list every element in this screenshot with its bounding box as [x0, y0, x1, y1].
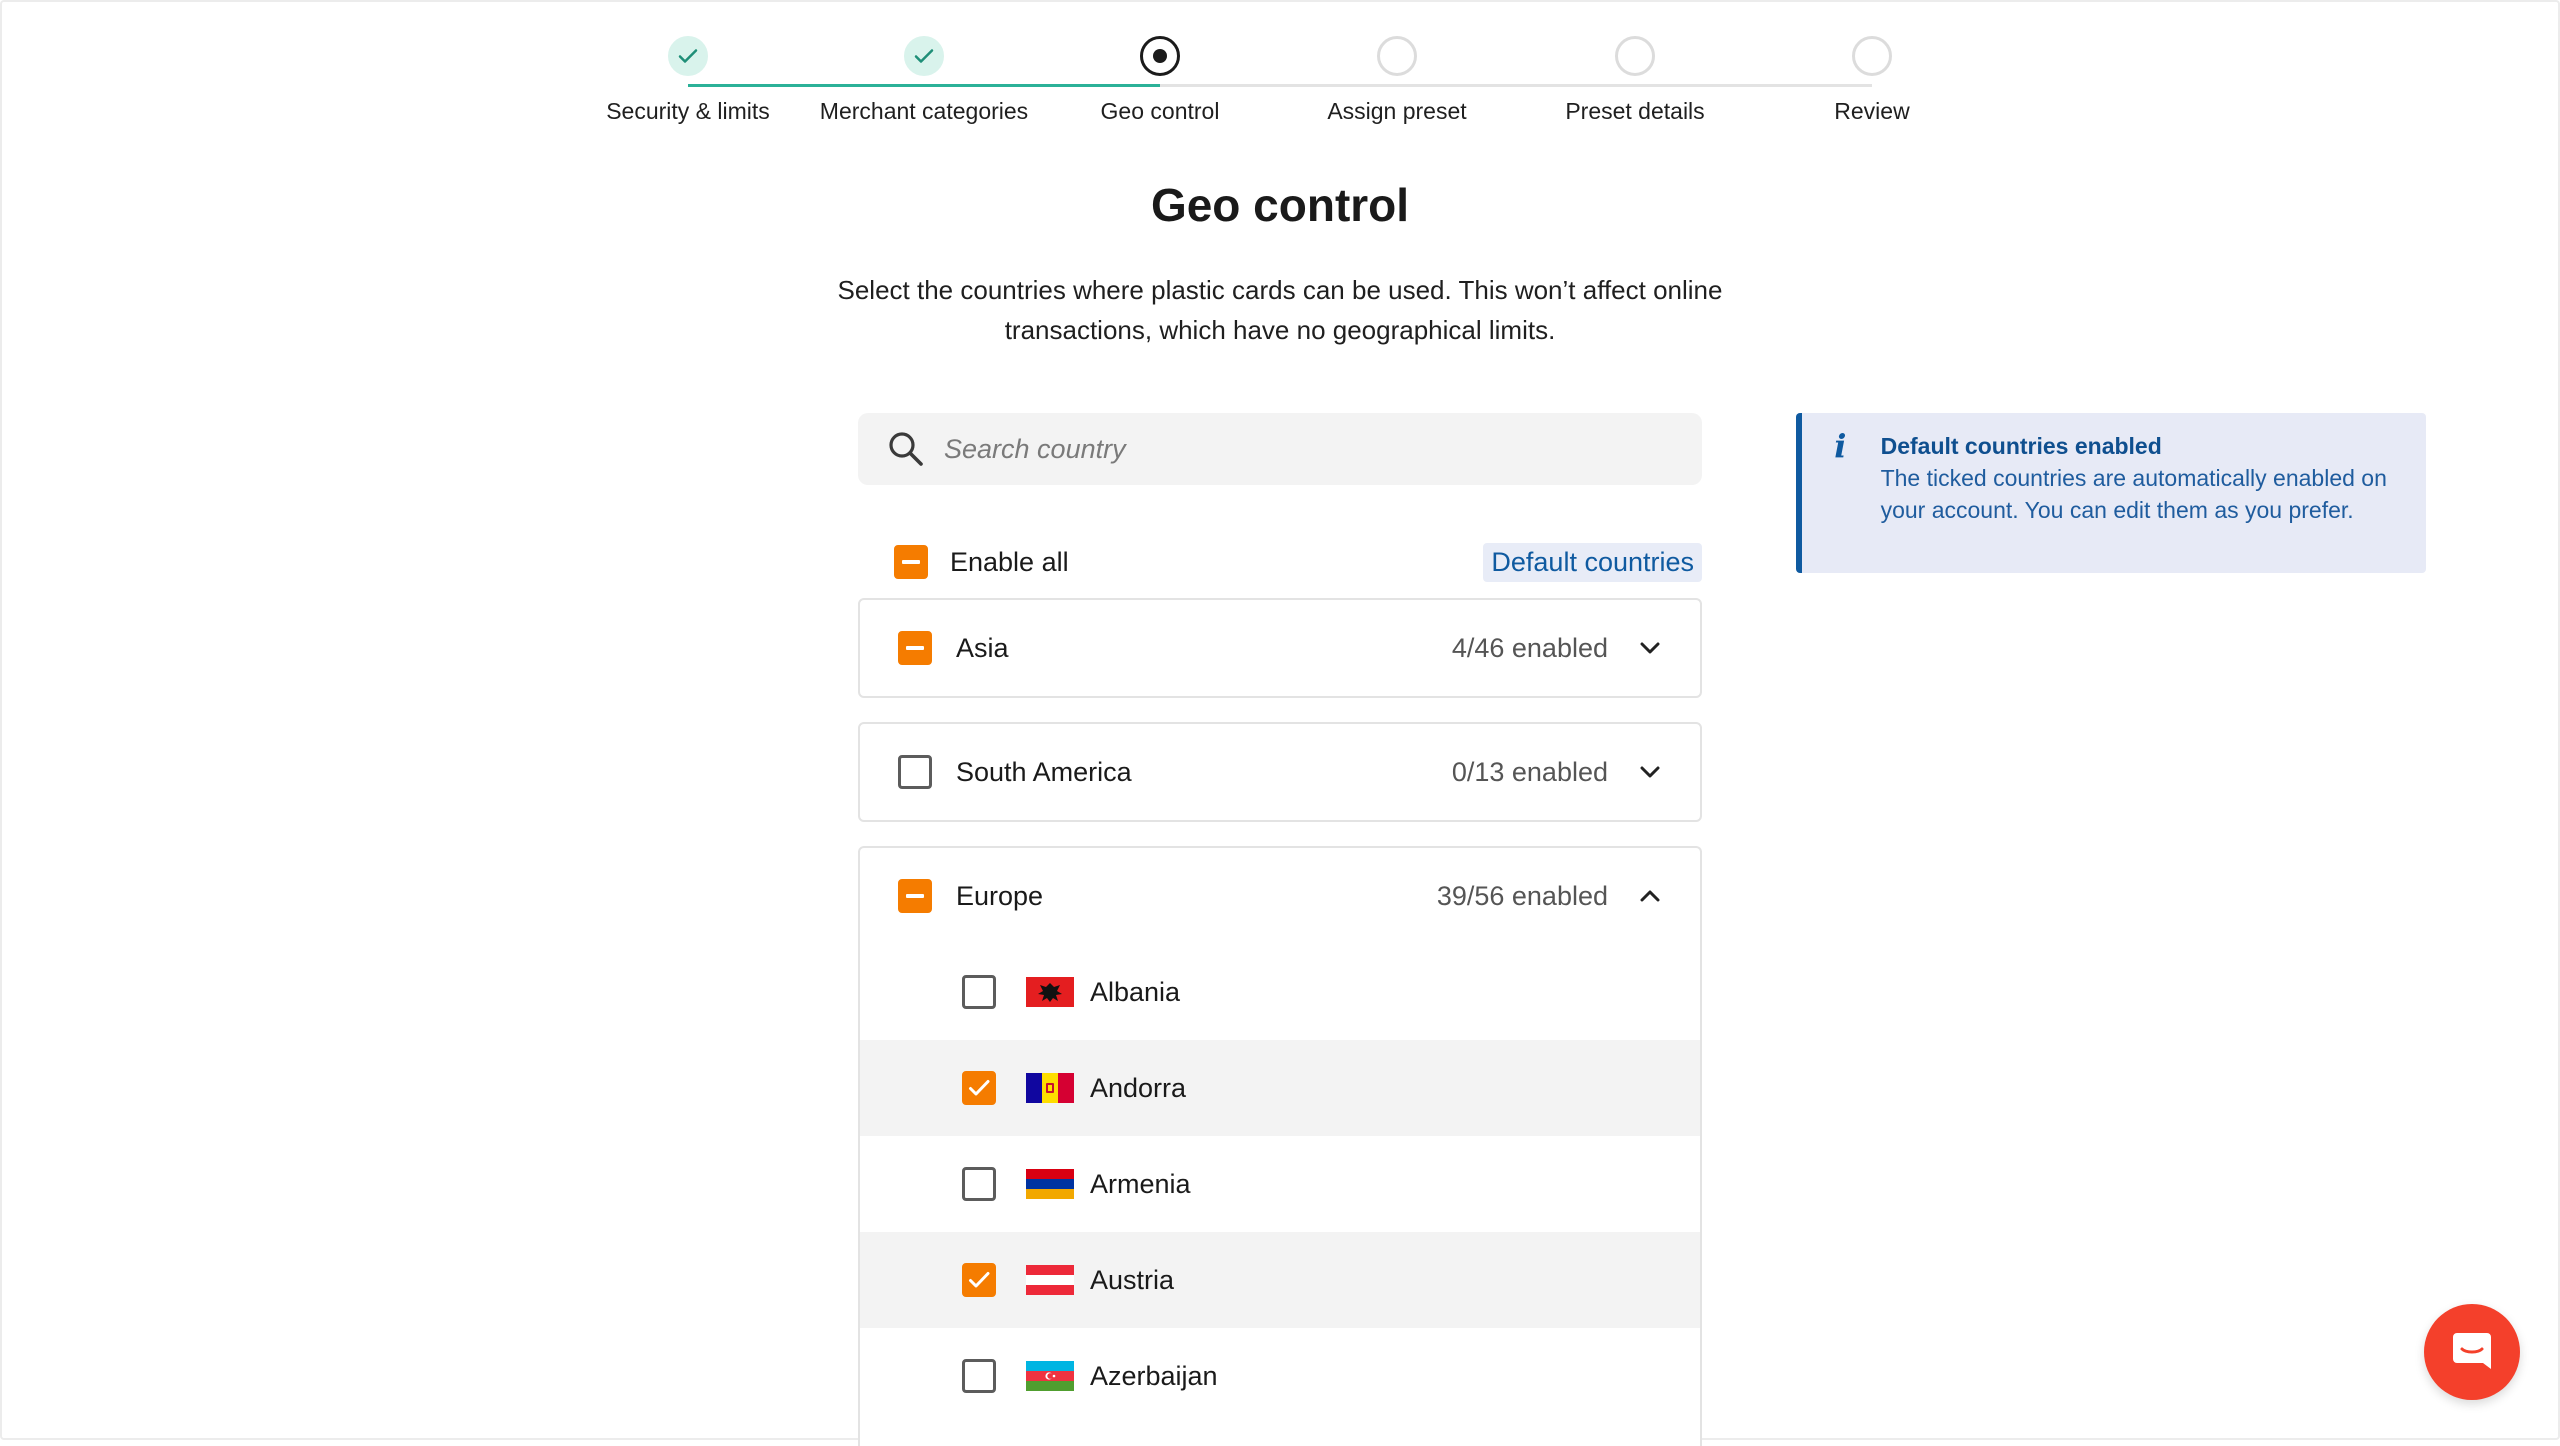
check-icon [969, 1080, 990, 1096]
chevron-up-icon[interactable] [1636, 882, 1664, 910]
step-label: Preset details [1565, 98, 1705, 124]
step-geo-control: Geo control [1030, 36, 1290, 125]
step-label: Merchant categories [819, 98, 1029, 124]
region-asia: Asia 4/46 enabled [858, 598, 1702, 698]
step-label: Assign preset [1327, 98, 1467, 124]
step-label: Security & limits [606, 98, 770, 124]
country-checkbox[interactable] [962, 1263, 996, 1297]
upcoming-step-indicator [1615, 36, 1655, 76]
search-country-input[interactable] [942, 432, 1646, 466]
search-icon [889, 432, 923, 466]
progress-stepper: Security & limits Merchant categories Ge… [0, 30, 2560, 140]
chevron-down-icon[interactable] [1636, 634, 1664, 662]
country-row-armenia[interactable]: Armenia [860, 1136, 1700, 1232]
region-header[interactable]: Asia 4/46 enabled [860, 600, 1700, 696]
info-title: Default countries enabled [1880, 433, 2162, 459]
step-label: Review [1834, 98, 1910, 124]
region-checkbox[interactable] [898, 879, 932, 913]
country-checkbox[interactable] [962, 1071, 996, 1105]
armenia-flag-icon [1026, 1169, 1074, 1199]
info-text: The ticked countries are automatically e… [1880, 465, 2387, 523]
current-step-indicator [1140, 36, 1180, 76]
region-checkbox[interactable] [898, 631, 932, 665]
page-title: Geo control [1150, 179, 1410, 231]
country-row-albania[interactable]: Albania [860, 944, 1700, 1040]
check-icon [904, 36, 944, 76]
search-box[interactable] [858, 413, 1702, 485]
step-preset-details: Preset details [1505, 36, 1765, 125]
andorra-flag-icon [1026, 1073, 1074, 1103]
country-name: Azerbaijan [1090, 1360, 1218, 1391]
region-header[interactable]: South America 0/13 enabled [860, 724, 1700, 820]
albania-flag-icon [1026, 977, 1074, 1007]
region-header[interactable]: Europe 39/56 enabled [860, 848, 1700, 944]
austria-flag-icon [1026, 1265, 1074, 1295]
region-count: 39/56 enabled [1436, 880, 1608, 911]
step-label: Geo control [1100, 98, 1220, 124]
default-countries-info-panel: i Default countries enabled The ticked c… [1796, 413, 2426, 573]
check-icon [668, 36, 708, 76]
region-count: 0/13 enabled [1451, 756, 1608, 787]
step-review: Review [1742, 36, 2002, 125]
country-checkbox[interactable] [962, 1359, 996, 1393]
country-name: Andorra [1090, 1072, 1187, 1103]
page-subtitle: Select the countries where plastic cards… [837, 275, 1723, 345]
check-icon [969, 1272, 990, 1288]
default-countries-link[interactable]: Default countries [1483, 542, 1702, 582]
azerbaijan-flag-icon [1026, 1361, 1074, 1391]
upcoming-step-indicator [1377, 36, 1417, 76]
region-name: Europe [956, 880, 1044, 911]
region-name: Asia [956, 632, 1009, 663]
country-checkbox[interactable] [962, 975, 996, 1009]
info-icon: i [1834, 427, 1847, 465]
country-row-andorra[interactable]: Andorra [860, 1040, 1700, 1136]
region-south-america: South America 0/13 enabled [858, 722, 1702, 822]
enable-all-checkbox[interactable] [894, 545, 928, 579]
region-europe: Europe 39/56 enabled Albania Andorra Arm… [858, 846, 1702, 1446]
region-count: 4/46 enabled [1451, 632, 1608, 663]
country-checkbox[interactable] [962, 1167, 996, 1201]
region-checkbox[interactable] [898, 755, 932, 789]
country-name: Austria [1090, 1264, 1175, 1295]
step-assign-preset: Assign preset [1267, 36, 1527, 125]
region-name: South America [956, 756, 1132, 787]
country-name: Albania [1090, 976, 1181, 1007]
upcoming-step-indicator [1852, 36, 1892, 76]
chat-button[interactable] [2424, 1304, 2520, 1400]
chat-icon [2453, 1333, 2491, 1369]
country-row-austria[interactable]: Austria [860, 1232, 1700, 1328]
enable-all-row: Enable all Default countries [894, 540, 1702, 584]
step-security-limits[interactable]: Security & limits [558, 36, 818, 125]
enable-all-label: Enable all [950, 546, 1069, 577]
country-name: Armenia [1090, 1168, 1191, 1199]
step-merchant-categories[interactable]: Merchant categories [794, 36, 1054, 125]
chevron-down-icon[interactable] [1636, 758, 1664, 786]
country-row-azerbaijan[interactable]: Azerbaijan [860, 1328, 1700, 1424]
